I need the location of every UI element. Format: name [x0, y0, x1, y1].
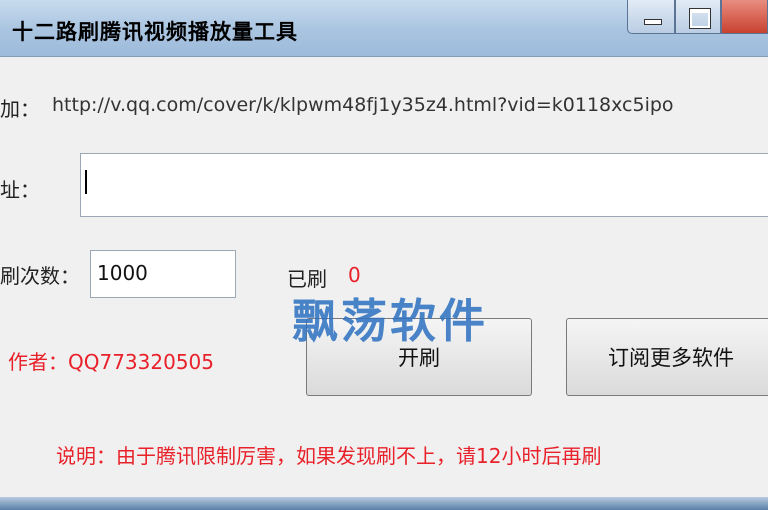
watermark-logo: 飘荡软件 — [292, 294, 488, 348]
subscribe-button[interactable]: 订阅更多软件 — [566, 318, 768, 396]
count-value: 1000 — [97, 261, 148, 285]
example-url: http://v.qq.com/cover/k/klpwm48fj1y35z4.… — [52, 94, 674, 116]
url-label: 址： — [0, 178, 40, 202]
window-client-area: 加： http://v.qq.com/cover/k/klpwm48fj1y35… — [0, 57, 768, 497]
maximize-icon — [689, 8, 711, 29]
count-label: 刷次数： — [0, 264, 80, 288]
window-bottom-border — [0, 497, 768, 510]
title-bar: 十二路刷腾讯视频播放量工具 — [0, 0, 768, 57]
url-input[interactable] — [80, 153, 768, 217]
minimize-icon — [644, 19, 662, 25]
text-caret — [85, 170, 87, 194]
count-input[interactable]: 1000 — [90, 250, 236, 298]
minimize-button[interactable] — [627, 0, 675, 34]
window-title: 十二路刷腾讯视频播放量工具 — [12, 20, 298, 44]
example-label: 加： — [0, 97, 40, 121]
author-text: 作者：QQ773320505 — [8, 350, 215, 374]
maximize-button[interactable] — [675, 0, 721, 34]
close-button[interactable] — [721, 0, 768, 34]
done-count: 0 — [348, 263, 361, 287]
note-text: 说明：由于腾讯限制厉害，如果发现刷不上，请12小时后再刷 — [56, 444, 602, 468]
